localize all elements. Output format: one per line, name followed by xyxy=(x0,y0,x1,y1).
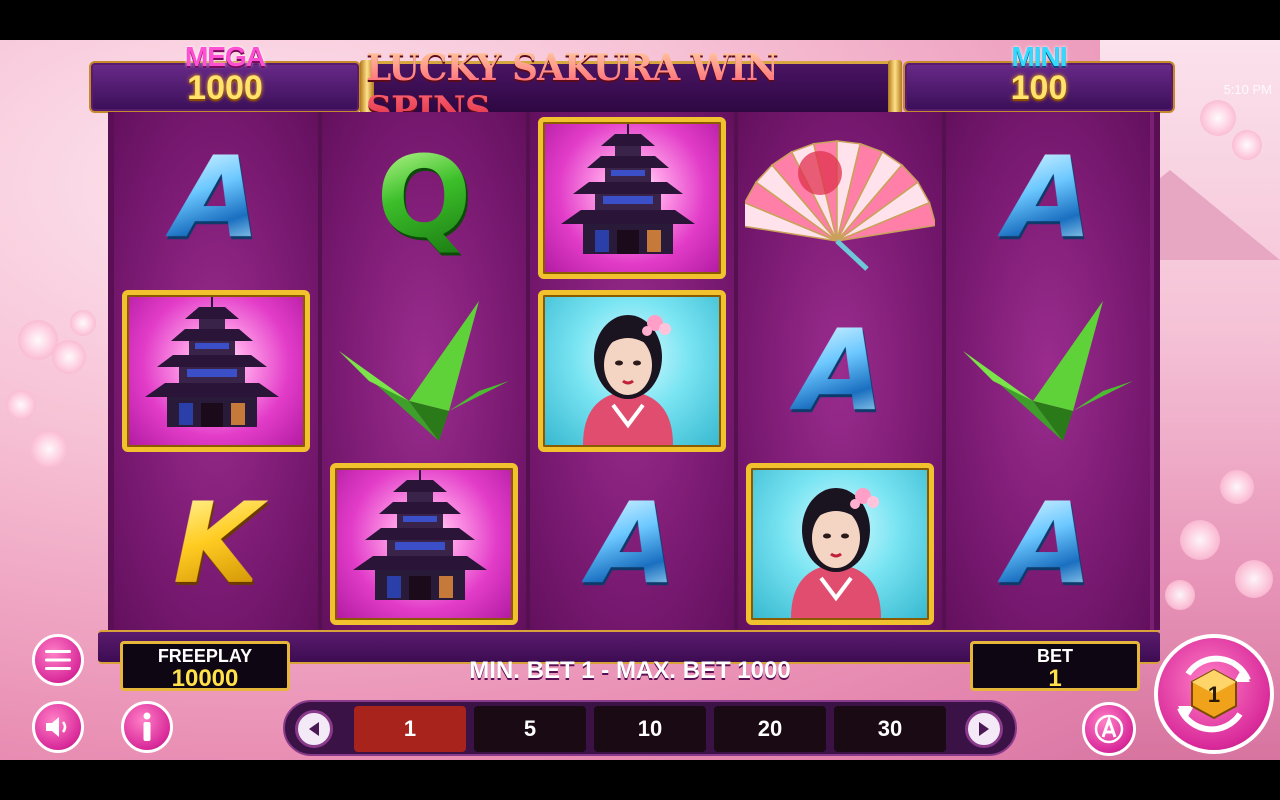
mini-jackpot-value: 100 xyxy=(1010,69,1068,107)
reel-3-row-2-symbol xyxy=(530,285,734,457)
bottom-black-bar xyxy=(0,760,1280,800)
info-button[interactable] xyxy=(121,701,173,753)
cherry-blossom xyxy=(6,390,36,420)
reel-2-row-3-symbol xyxy=(322,458,526,630)
cherry-blossom xyxy=(1235,560,1273,598)
pagoda-frame xyxy=(330,463,518,625)
sound-button[interactable] xyxy=(32,701,84,753)
cherry-blossom xyxy=(1180,520,1220,560)
bet-label: BET xyxy=(1037,646,1073,666)
pagoda-icon xyxy=(561,124,695,254)
bet-next-button[interactable] xyxy=(965,710,1003,748)
pagoda-frame xyxy=(122,290,310,452)
reel-3-row-1-symbol xyxy=(530,112,734,284)
bet-option-5[interactable]: 5 xyxy=(474,706,586,752)
bet-prev-button[interactable] xyxy=(295,710,333,748)
info-icon xyxy=(143,712,151,741)
mini-jackpot: MINI 100 xyxy=(903,41,1175,113)
origami-crane-icon xyxy=(339,301,509,441)
geisha-icon xyxy=(791,488,881,618)
reel-5-row-2-symbol xyxy=(946,285,1150,457)
freeplay-value: 10000 xyxy=(171,665,239,692)
letter-a-icon: A xyxy=(782,306,898,436)
cherry-blossom xyxy=(1165,580,1195,610)
bet-option-1[interactable]: 1 xyxy=(354,706,466,752)
fan-icon xyxy=(745,140,935,271)
game-logo: LUCKY SAKURA WIN SPINS xyxy=(360,47,902,131)
letter-k-icon: K xyxy=(158,479,274,609)
cherry-blossom xyxy=(1220,470,1254,504)
chevron-right-icon xyxy=(979,722,989,736)
bet-range-text: MIN. BET 1 - MAX. BET 1000 xyxy=(469,657,791,684)
geisha-frame xyxy=(538,290,726,452)
bet-option-10[interactable]: 10 xyxy=(594,706,706,752)
letter-a-icon: A xyxy=(158,133,274,263)
spin-counter: 1 xyxy=(1207,682,1221,707)
bet-box: BET 1 xyxy=(970,641,1140,691)
geisha-frame xyxy=(746,463,934,625)
reel-2-row-1-symbol: Q xyxy=(322,112,526,284)
speaker-icon xyxy=(46,717,67,737)
letter-a-icon: A xyxy=(574,479,690,609)
reel-1-row-1-symbol: A xyxy=(114,112,318,284)
reel-5-row-3-symbol: A xyxy=(946,458,1150,630)
cherry-blossom xyxy=(30,430,68,468)
chevron-left-icon xyxy=(309,722,319,736)
status-time: 5:10 PM xyxy=(1223,82,1272,97)
top-black-bar xyxy=(0,0,1280,40)
freeplay-box: FREEPLAY 10000 xyxy=(120,641,290,691)
reel-2-row-2-symbol xyxy=(322,285,526,457)
menu-button[interactable] xyxy=(32,634,84,686)
pagoda-icon xyxy=(145,297,279,427)
mega-jackpot: MEGA 1000 xyxy=(89,41,361,113)
autoplay-icon xyxy=(1094,714,1124,744)
reel-1-row-3-symbol: K xyxy=(114,458,318,630)
mega-jackpot-value: 1000 xyxy=(187,69,263,107)
bet-option-20[interactable]: 20 xyxy=(714,706,826,752)
reel-5-row-1-symbol: A xyxy=(946,112,1150,284)
logo-cap-right xyxy=(888,60,902,116)
pagoda-icon xyxy=(353,470,487,600)
autoplay-button[interactable] xyxy=(1082,702,1136,756)
geisha-icon xyxy=(583,315,673,445)
letter-a-icon: A xyxy=(990,133,1106,263)
origami-crane-icon xyxy=(963,301,1133,441)
freeplay-label: FREEPLAY xyxy=(157,646,253,666)
cherry-blossom xyxy=(52,340,86,374)
spin-button[interactable]: 1 xyxy=(1154,634,1274,754)
reel-4-row-1-symbol xyxy=(738,112,942,284)
bet-value: 1 xyxy=(1048,665,1062,692)
cherry-blossom xyxy=(70,310,96,336)
reel-1-row-2-symbol xyxy=(114,285,318,457)
reel-4-row-3-symbol xyxy=(738,458,942,630)
pagoda-frame xyxy=(538,117,726,279)
reel-grid: AKQAAAA xyxy=(108,112,1160,630)
letter-a-icon: A xyxy=(990,479,1106,609)
reel-4-row-2-symbol: A xyxy=(738,285,942,457)
reel-3-row-3-symbol: A xyxy=(530,458,734,630)
letter-q-icon: Q xyxy=(376,133,472,263)
hamburger-menu-icon xyxy=(45,650,71,670)
cherry-blossom xyxy=(1200,100,1236,136)
bet-option-30[interactable]: 30 xyxy=(834,706,946,752)
cherry-blossom xyxy=(1232,130,1262,160)
